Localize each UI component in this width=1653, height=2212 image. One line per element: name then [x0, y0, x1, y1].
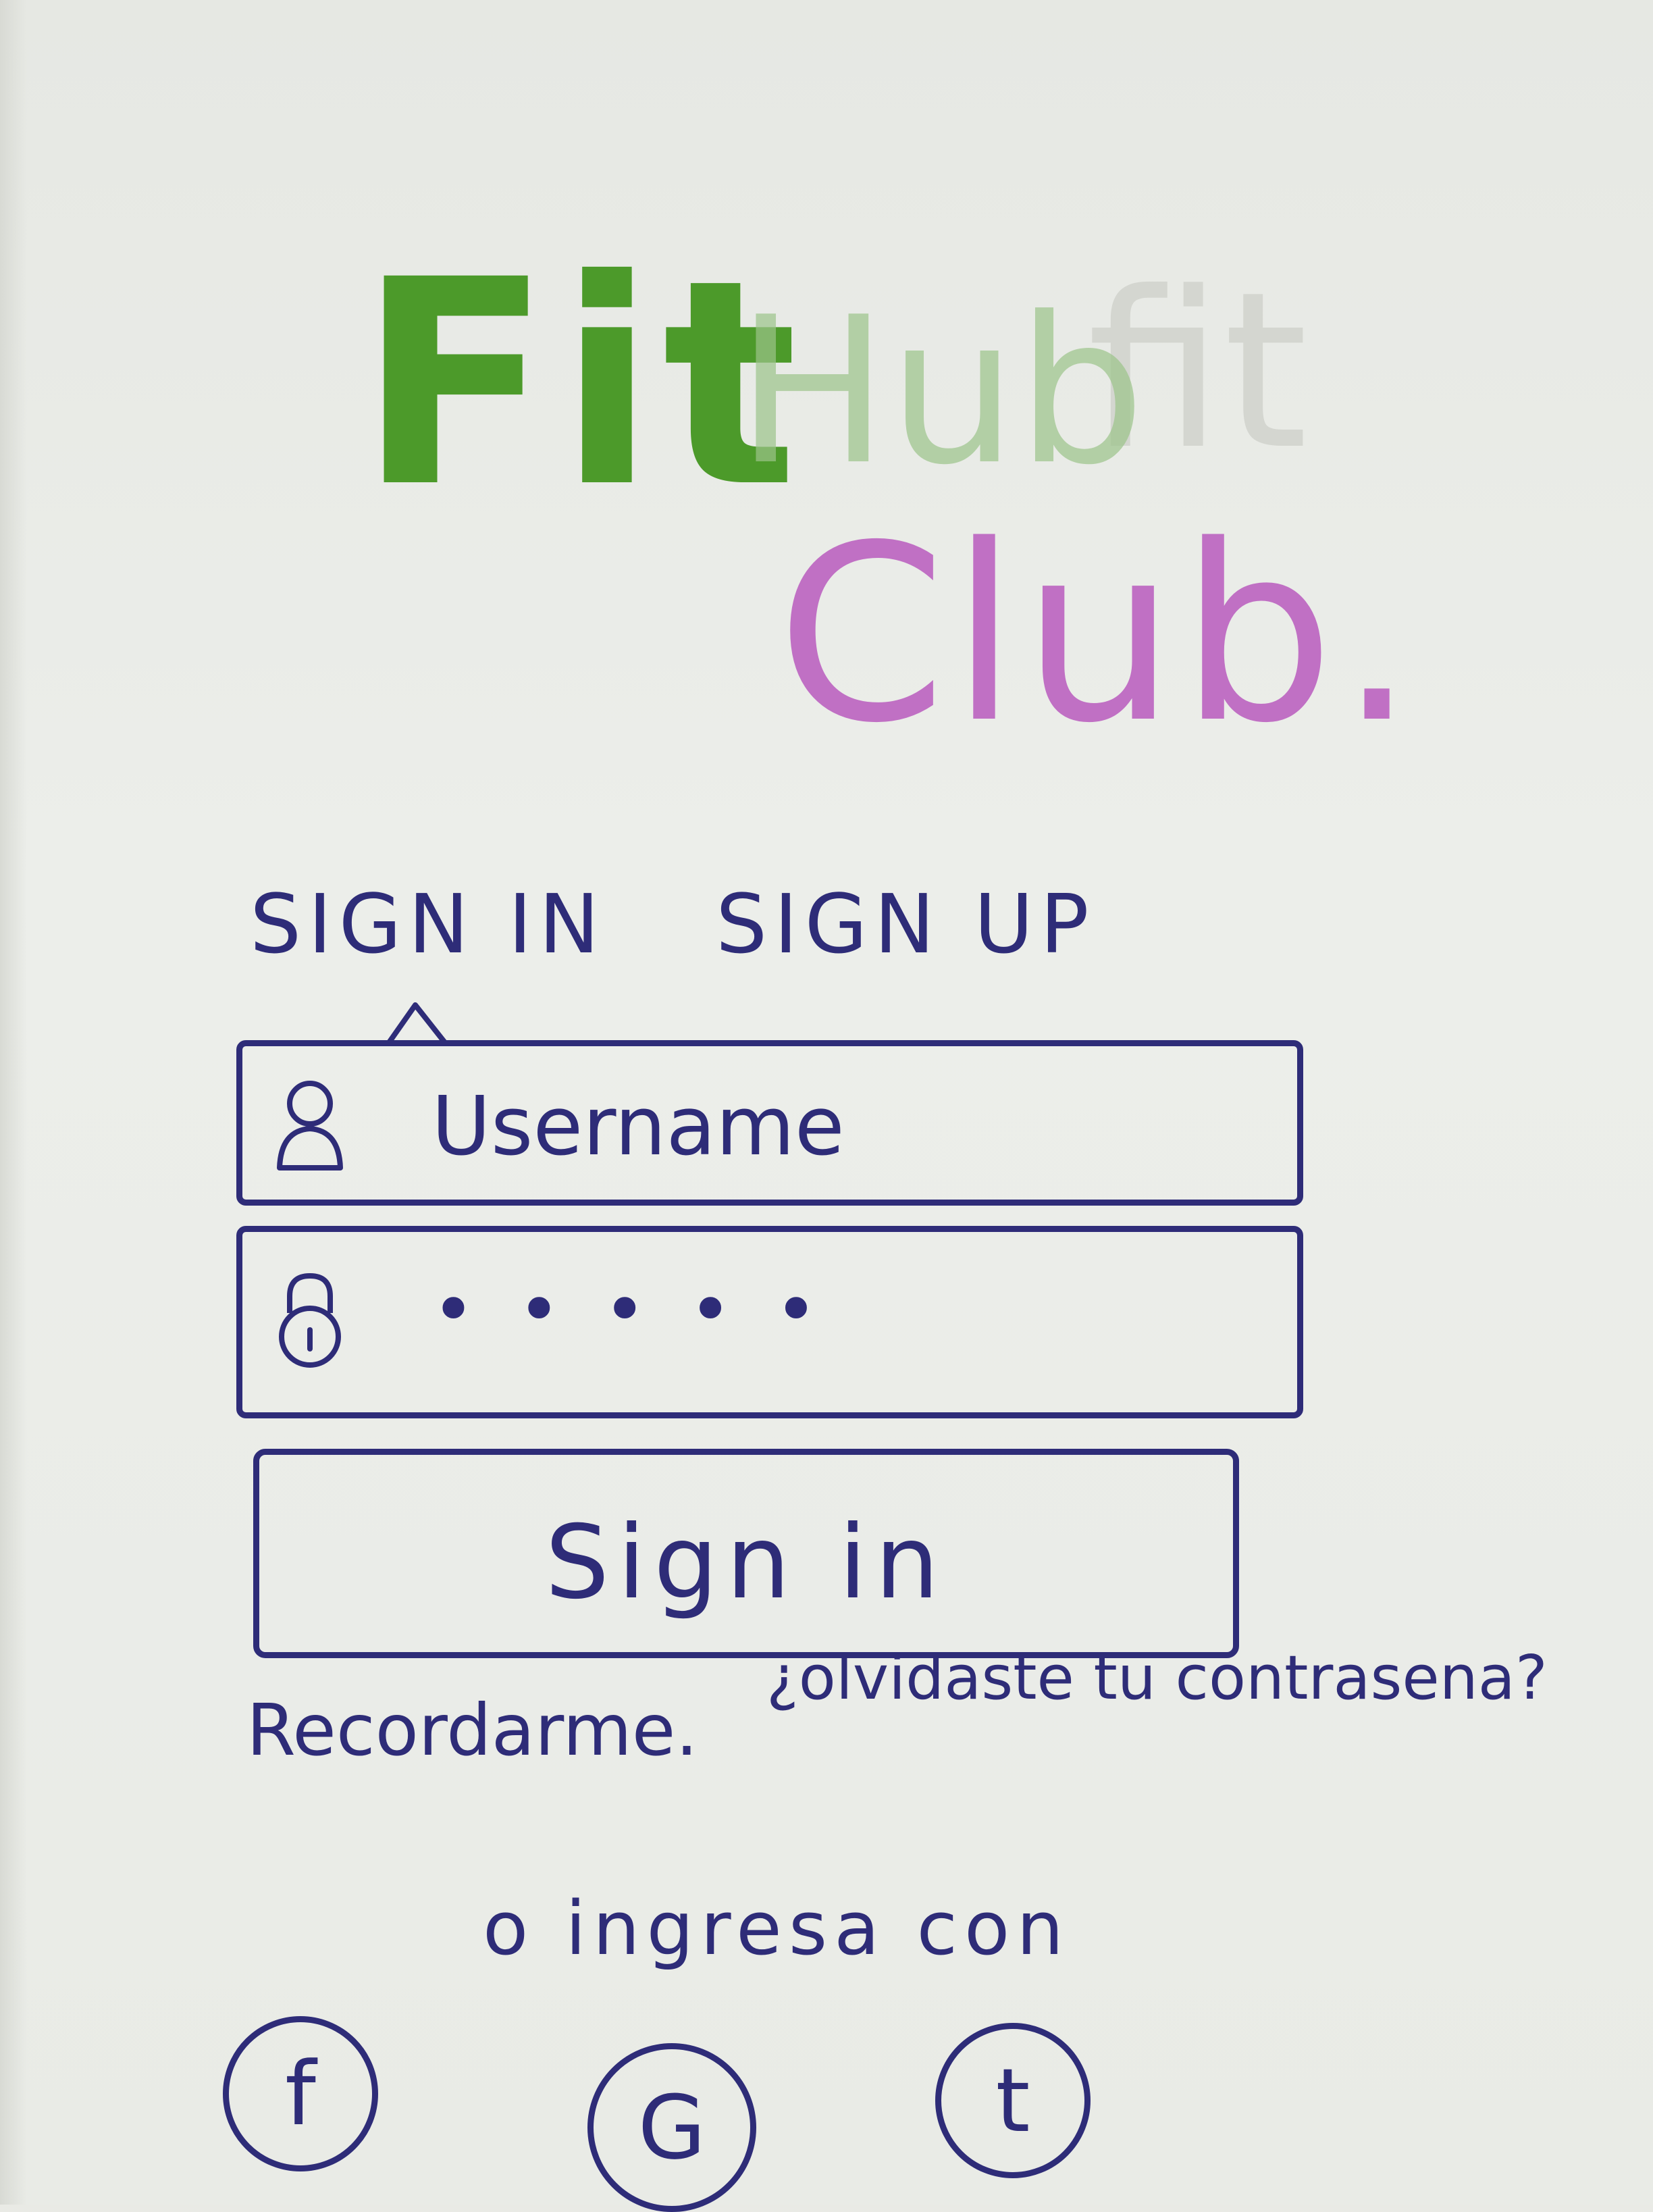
twitter-login-button[interactable]: t: [935, 2023, 1091, 2178]
sign-in-button-label: Sign in: [545, 1504, 947, 1622]
tab-sign-in[interactable]: SIGN IN: [250, 885, 606, 966]
forgot-password-link[interactable]: ¿olvidaste tu contrasena?: [766, 1648, 1548, 1709]
password-field[interactable]: •••••: [236, 1226, 1303, 1418]
user-icon: [277, 1081, 343, 1171]
username-field[interactable]: Username: [236, 1040, 1303, 1206]
username-placeholder: Username: [431, 1080, 845, 1174]
password-value: •••••: [431, 1266, 860, 1353]
paper-edge: [0, 0, 27, 2205]
facebook-login-button[interactable]: f: [223, 2016, 378, 2171]
logo-hub-text: Hub: [736, 274, 1146, 509]
sign-in-button[interactable]: Sign in: [253, 1449, 1239, 1658]
google-icon: G: [637, 2076, 706, 2179]
remember-me-option[interactable]: Recordarme.: [246, 1695, 698, 1766]
logo-club-text: Club.: [777, 493, 1420, 776]
google-login-button[interactable]: G: [587, 2043, 756, 2212]
social-login-heading: o ingresa con: [483, 1885, 1071, 1972]
tab-sign-up[interactable]: SIGN UP: [716, 885, 1096, 966]
app-logo: fit Fit Hub Club.: [358, 243, 1416, 783]
lock-icon: [279, 1272, 341, 1368]
facebook-icon: f: [285, 2042, 316, 2145]
twitter-icon: t: [995, 2049, 1030, 2152]
